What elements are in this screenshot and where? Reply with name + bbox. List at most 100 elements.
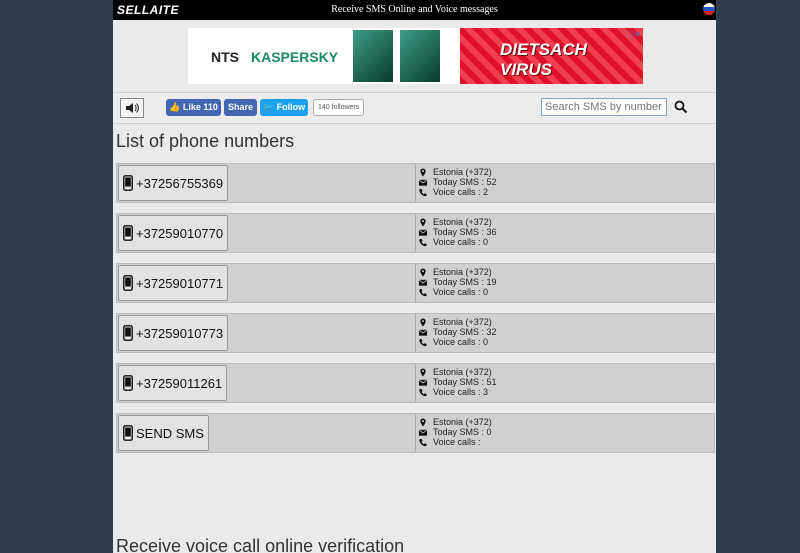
country-line: Estonia (+372): [418, 267, 497, 277]
phone-number-button[interactable]: +37256755369: [118, 165, 229, 201]
search-icon[interactable]: [674, 100, 688, 114]
phone-row: +37256755369 Estonia (+372) Today SMS : 52…: [116, 163, 715, 203]
phone-row: +37259010773 Estonia (+372) Today SMS : 32…: [116, 313, 715, 353]
phone-row: +37259011261 Estonia (+372) Today SMS : 51…: [116, 363, 715, 403]
sms-count-text: Today SMS : 32: [433, 327, 497, 337]
phone-call-icon: [419, 438, 427, 446]
phone-row-left: +37259010773: [117, 314, 416, 352]
twitter-bird-icon: 🐦: [262, 102, 275, 112]
country-line: Estonia (+372): [418, 167, 497, 177]
phone-number: +37259010773: [136, 325, 224, 341]
calls-line: Voice calls : 3: [418, 387, 497, 397]
sms-line: Today SMS : 19: [418, 277, 497, 287]
phone-row-left: +37259010771: [117, 264, 416, 302]
sms-line: Today SMS : 52: [418, 177, 497, 187]
ad-red-banner: DIETSACH VIRUS: [460, 28, 643, 84]
social-bar: 👍 Like 110 Share 🐦 Follow 140 followers: [113, 92, 716, 124]
phone-row-info: Estonia (+372) Today SMS : 19 Voice calls …: [418, 267, 497, 297]
mobile-phone-icon: [123, 325, 133, 341]
map-marker-icon: [420, 267, 426, 277]
calls-line: Voice calls : 2: [418, 187, 497, 197]
sms-count-text: Today SMS : 19: [433, 277, 497, 287]
mobile-phone-icon: [123, 225, 133, 241]
country-line: Estonia (+372): [418, 367, 497, 377]
phone-row-info: Estonia (+372) Today SMS : 52 Voice calls …: [418, 167, 497, 197]
sms-count-text: Today SMS : 52: [433, 177, 497, 187]
phone-number-button[interactable]: +37259010773: [118, 315, 229, 351]
phone-row-info: Estonia (+372) Today SMS : 51 Voice calls …: [418, 367, 497, 397]
phone-number: +37259010770: [136, 225, 224, 241]
map-marker-icon: [420, 167, 426, 177]
phone-call-icon: [419, 288, 427, 296]
phone-call-icon: [419, 188, 427, 196]
page-container: SELLAITE Receive SMS Online and Voice me…: [113, 0, 716, 553]
sms-line: Today SMS : 0: [418, 427, 492, 437]
advertisement-banner[interactable]: NTS KASPERSKY DIETSACH VIRUS ⓘ✕: [188, 28, 643, 84]
country-line: Estonia (+372): [418, 217, 497, 227]
envelope-icon: [418, 329, 428, 336]
calls-line: Voice calls : 0: [418, 237, 497, 247]
facebook-share-button[interactable]: Share: [224, 99, 257, 116]
mobile-phone-icon: [123, 275, 133, 291]
phone-row: +37259010771 Estonia (+372) Today SMS : 19…: [116, 263, 715, 303]
country-text: Estonia (+372): [433, 317, 492, 327]
phone-row-info: Estonia (+372) Today SMS : 0 Voice calls :: [418, 417, 492, 447]
calls-line: Voice calls :: [418, 437, 492, 447]
russian-flag-icon[interactable]: [703, 3, 715, 15]
top-bar: SELLAITE Receive SMS Online and Voice me…: [113, 0, 716, 20]
country-text: Estonia (+372): [433, 417, 492, 427]
search-input[interactable]: [541, 98, 667, 116]
voice-heading: Receive voice call online verification: [116, 536, 405, 553]
envelope-icon: [418, 379, 428, 386]
map-marker-icon: [420, 317, 426, 327]
phone-row-left: +37259010770: [117, 214, 416, 252]
calls-count-text: Voice calls : 3: [433, 387, 489, 397]
ad-brand-nts: NTS: [211, 49, 239, 65]
phone-call-icon: [419, 338, 427, 346]
thumbs-up-icon: 👍: [169, 102, 181, 112]
map-marker-icon: [420, 367, 426, 377]
phone-row-left: +37256755369: [117, 164, 416, 202]
phone-number-button[interactable]: +37259011261: [118, 365, 228, 401]
like-label: Like 110: [182, 102, 218, 112]
phone-row-info: Estonia (+372) Today SMS : 32 Voice calls …: [418, 317, 497, 347]
follow-label: Follow: [276, 102, 306, 112]
sms-count-text: Today SMS : 0: [433, 427, 492, 437]
phone-number: +37259010771: [136, 275, 224, 291]
followers-count: 140 followers: [313, 99, 365, 116]
facebook-like-button[interactable]: 👍 Like 110: [166, 99, 221, 116]
speaker-button[interactable]: [120, 98, 144, 118]
country-text: Estonia (+372): [433, 267, 492, 277]
mobile-phone-icon: [123, 425, 133, 441]
mobile-phone-icon: [123, 375, 133, 391]
map-marker-icon: [420, 217, 426, 227]
envelope-icon: [418, 229, 428, 236]
envelope-icon: [418, 429, 428, 436]
mobile-phone-icon: [123, 175, 133, 191]
ad-choices-icon[interactable]: ⓘ✕: [626, 29, 641, 40]
phone-number-button[interactable]: +37259010771: [118, 265, 229, 301]
calls-count-text: Voice calls : 0: [433, 287, 489, 297]
country-line: Estonia (+372): [418, 417, 492, 427]
country-text: Estonia (+372): [433, 367, 492, 377]
speaker-icon: [126, 103, 139, 113]
site-title: Receive SMS Online and Voice messages: [331, 4, 498, 15]
phone-number-button[interactable]: +37259010770: [118, 215, 229, 251]
country-text: Estonia (+372): [433, 167, 492, 177]
phone-row: SEND SMS Estonia (+372) Today SMS : 0 Voice…: [116, 413, 715, 453]
calls-count-text: Voice calls : 0: [433, 237, 489, 247]
ad-brand-dietsach: DIETSACH VIRUS: [500, 40, 587, 79]
sms-count-text: Today SMS : 36: [433, 227, 497, 237]
phone-call-icon: [419, 238, 427, 246]
sms-line: Today SMS : 36: [418, 227, 497, 237]
twitter-follow-button[interactable]: 🐦 Follow: [260, 99, 308, 116]
phone-row-left: SEND SMS: [117, 414, 416, 452]
phone-number-button[interactable]: SEND SMS: [118, 415, 209, 451]
country-text: Estonia (+372): [433, 217, 492, 227]
calls-line: Voice calls : 0: [418, 337, 497, 347]
ad-brand-kaspersky: KASPERSKY: [251, 49, 339, 65]
phone-row-left: +37259011261: [117, 364, 416, 402]
calls-count-text: Voice calls :: [433, 437, 481, 447]
calls-line: Voice calls : 0: [418, 287, 497, 297]
phone-number: +37259011261: [136, 375, 223, 391]
